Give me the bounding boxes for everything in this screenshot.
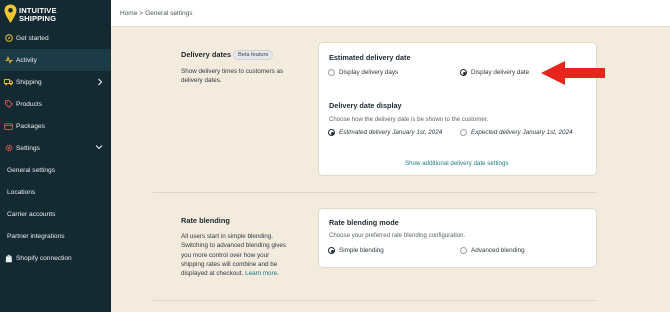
radio-circle-selected: [328, 247, 335, 254]
breadcrumb-current: General settings: [145, 9, 193, 17]
sidebar-item-label: Get started: [16, 34, 49, 42]
chevron-right-icon: [98, 78, 103, 86]
delivery-dates-title: Delivery dates: [181, 50, 232, 59]
rate-blending-mode-subtitle: Choose your preferred rate blending conf…: [329, 232, 466, 239]
rate-blending-card: Rate blending mode Choose your preferred…: [318, 208, 597, 268]
radio-circle-selected: [460, 69, 467, 76]
radio-label: Expected delivery January 1st, 2024: [471, 129, 573, 136]
sidebar-item-label: General settings: [7, 166, 56, 174]
sidebar-item-label: Partner integrations: [7, 232, 65, 240]
sidebar-item-carrier-accounts[interactable]: Carrier accounts: [0, 203, 111, 225]
display-delivery-days-radio[interactable]: Display delivery days: [328, 69, 398, 76]
delivery-date-display-title: Delivery date display: [329, 101, 402, 110]
show-additional-settings-link[interactable]: Show additional delivery date settings: [405, 160, 509, 167]
compass-icon: [4, 34, 13, 43]
chevron-down-icon: [95, 145, 103, 150]
learn-more-link[interactable]: Learn more: [245, 270, 277, 277]
red-pointer-arrow-icon: [541, 61, 605, 85]
radio-circle: [460, 247, 467, 254]
package-icon: [4, 122, 13, 131]
sidebar-item-label: Carrier accounts: [7, 210, 56, 218]
activity-icon: [4, 56, 13, 65]
sidebar-item-label: Settings: [16, 144, 40, 152]
sidebar-item-activity[interactable]: Activity: [0, 49, 111, 71]
sidebar-item-locations[interactable]: Locations: [0, 181, 111, 203]
sidebar-item-label: Activity: [16, 56, 37, 64]
sidebar-item-label: Packages: [16, 122, 45, 130]
section-divider: [153, 192, 597, 193]
radio-label: Display delivery date: [471, 69, 530, 76]
sidebar-item-shipping[interactable]: Shipping: [0, 71, 111, 93]
radio-circle-selected: [328, 129, 335, 136]
gear-icon: [4, 144, 13, 153]
radio-circle: [328, 69, 335, 76]
radio-label: Simple blending: [339, 247, 384, 254]
brand-line2: SHIPPING: [19, 14, 57, 23]
sidebar-item-get-started[interactable]: Get started: [0, 27, 111, 49]
advanced-blending-radio[interactable]: Advanced blending: [460, 247, 525, 254]
sidebar-item-label: Shipping: [16, 78, 42, 86]
truck-icon: [4, 78, 13, 87]
sidebar-item-general-settings[interactable]: General settings: [0, 159, 111, 181]
shopify-icon: [4, 254, 13, 263]
breadcrumb-separator: >: [139, 9, 144, 17]
sidebar: INTUITIVE SHIPPING Get started Activity …: [0, 0, 111, 312]
sidebar-item-label: Products: [16, 100, 43, 108]
expected-delivery-format-radio[interactable]: Expected delivery January 1st, 2024: [460, 129, 573, 136]
sidebar-nav: Get started Activity Shipping Products P…: [0, 27, 111, 269]
brand-name: INTUITIVE SHIPPING: [19, 7, 57, 23]
radio-circle: [460, 129, 467, 136]
radio-label: Estimated delivery January 1st, 2024: [339, 129, 443, 136]
simple-blending-radio[interactable]: Simple blending: [328, 247, 384, 254]
estimated-delivery-date-title: Estimated delivery date: [329, 53, 411, 62]
sidebar-item-shopify-connection[interactable]: Shopify connection: [0, 247, 111, 269]
sidebar-item-settings[interactable]: Settings: [0, 137, 111, 159]
rate-blending-mode-title: Rate blending mode: [329, 218, 399, 227]
rate-blending-description: All users start in simple blending. Swit…: [181, 233, 287, 278]
sidebar-item-label: Shopify connection: [16, 254, 72, 262]
tag-icon: [4, 100, 13, 109]
radio-label: Display delivery days: [339, 69, 399, 76]
breadcrumb-home-link[interactable]: Home: [120, 10, 137, 17]
beta-feature-badge: Beta feature: [233, 50, 274, 60]
sidebar-item-label: Locations: [7, 188, 36, 196]
rate-blending-title: Rate blending: [181, 216, 230, 225]
sidebar-item-products[interactable]: Products: [0, 93, 111, 115]
radio-label: Advanced blending: [471, 247, 525, 254]
location-pin-icon: [4, 4, 17, 23]
estimated-delivery-format-radio[interactable]: Estimated delivery January 1st, 2024: [328, 129, 442, 136]
sidebar-item-packages[interactable]: Packages: [0, 115, 111, 137]
brand-logo[interactable]: INTUITIVE SHIPPING: [4, 4, 110, 26]
delivery-dates-description: Show delivery times to customers as deli…: [181, 68, 284, 85]
sidebar-item-partner-integrations[interactable]: Partner integrations: [0, 225, 111, 247]
section-divider: [153, 300, 597, 301]
breadcrumb: Home > General settings: [111, 0, 670, 27]
display-delivery-date-radio[interactable]: Display delivery date: [460, 69, 529, 76]
delivery-date-display-subtitle: Choose how the delivery date is be shown…: [329, 116, 489, 123]
